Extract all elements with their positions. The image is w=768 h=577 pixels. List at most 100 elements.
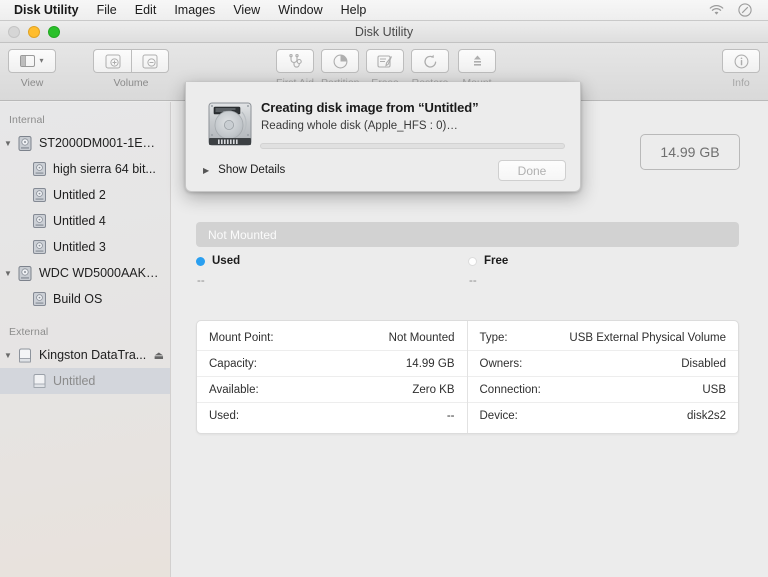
capacity-badge: 14.99 GB — [640, 134, 740, 170]
disclosure-triangle-icon[interactable]: ▼ — [0, 139, 16, 148]
info-column-left: Mount Point: Not Mounted Capacity: 14.99… — [197, 321, 468, 433]
sidebar-item-label: Build OS — [53, 292, 103, 306]
toolbar-group-view: ▾ View — [8, 49, 56, 89]
volume-icon — [30, 292, 48, 306]
sidebar-item-high-sierra[interactable]: ▼ high sierra 64 bit... — [0, 156, 170, 182]
sidebar-item-kingston-datatraveler[interactable]: ▼ Kingston DataTra... ⏏ — [0, 342, 170, 368]
toolbar-group-info: Info — [722, 49, 760, 89]
info-column-right: Type: USB External Physical Volume Owner… — [467, 321, 739, 433]
info-row-connection: Connection: USB — [467, 377, 738, 403]
view-label: View — [20, 77, 44, 89]
sidebar-item-label: WDC WD5000AAKX... — [39, 266, 164, 280]
sidebar-item-label: Kingston DataTra... — [39, 348, 147, 362]
mount-button[interactable] — [458, 49, 496, 73]
sidebar-item-untitled-2[interactable]: ▼ Untitled 2 — [0, 182, 170, 208]
sidebar-item-untitled-4[interactable]: ▼ Untitled 4 — [0, 208, 170, 234]
info-button[interactable] — [722, 49, 760, 73]
erase-button[interactable] — [366, 49, 404, 73]
wifi-icon[interactable] — [709, 4, 724, 16]
info-row-available: Available: Zero KB — [197, 377, 467, 403]
window-titlebar: Disk Utility — [0, 21, 768, 43]
done-button[interactable]: Done — [498, 160, 566, 181]
disclosure-triangle-icon[interactable]: ▶ — [203, 166, 209, 175]
progress-bar — [260, 143, 565, 149]
legend-label: Used — [212, 255, 241, 267]
disclosure-triangle-icon[interactable]: ▼ — [0, 269, 16, 278]
sidebar-item-label: high sierra 64 bit... — [53, 162, 156, 176]
sidebar-item-wdc-wd5000aakx[interactable]: ▼ WDC WD5000AAKX... — [0, 260, 170, 286]
remove-volume-button[interactable] — [131, 49, 169, 73]
legend-item-free: Free -- — [468, 255, 508, 287]
sidebar-item-label: Untitled 3 — [53, 240, 106, 254]
show-details-toggle[interactable]: ▶ Show Details — [203, 164, 285, 176]
sidebar-section-external-header: External — [9, 326, 49, 338]
free-color-swatch — [468, 256, 477, 266]
info-value: -- — [446, 410, 455, 422]
sidebar-item-label: Untitled 4 — [53, 214, 106, 228]
restore-button[interactable] — [411, 49, 449, 73]
sidebar-item-untitled-external[interactable]: ▼ Untitled — [0, 368, 170, 394]
info-row-owners: Owners: Disabled — [467, 351, 738, 377]
disclosure-triangle-icon[interactable]: ▼ — [0, 351, 16, 360]
eject-icon[interactable]: ⏏ — [150, 349, 164, 362]
internal-disk-icon — [16, 135, 34, 151]
sheet-status-text: Reading whole disk (Apple_HFS : 0)… — [261, 120, 458, 132]
info-key: Available: — [209, 383, 259, 396]
menu-bar: Disk Utility File Edit Images View Windo… — [0, 0, 768, 21]
usage-bar-label: Not Mounted — [208, 227, 277, 242]
info-row-capacity: Capacity: 14.99 GB — [197, 351, 467, 377]
used-color-swatch — [196, 256, 205, 266]
info-value: Zero KB — [412, 383, 455, 396]
volume-label: Volume — [113, 77, 149, 89]
info-row-type: Type: USB External Physical Volume — [467, 325, 738, 351]
info-value: Disabled — [681, 357, 726, 370]
sidebar-item-build-os[interactable]: ▼ Build OS — [0, 286, 170, 312]
menu-item-window[interactable]: Window — [269, 0, 331, 21]
menu-item-view[interactable]: View — [224, 0, 269, 21]
external-disk-icon — [16, 348, 34, 363]
internal-disk-icon — [16, 265, 34, 281]
menu-item-app[interactable]: Disk Utility — [8, 0, 88, 21]
info-key: Mount Point: — [209, 331, 274, 344]
first-aid-button[interactable] — [276, 49, 314, 73]
partition-button[interactable] — [321, 49, 360, 73]
add-volume-button[interactable] — [93, 49, 131, 73]
menu-item-help[interactable]: Help — [332, 0, 376, 21]
info-key: Used: — [209, 410, 240, 422]
info-row-used: Used: -- — [197, 403, 467, 429]
info-label: Info — [732, 77, 750, 89]
menu-item-images[interactable]: Images — [165, 0, 224, 21]
legend-label: Free — [484, 255, 509, 267]
hard-drive-icon — [204, 98, 256, 150]
menu-item-edit[interactable]: Edit — [126, 0, 166, 21]
sidebar-item-label: Untitled — [53, 374, 96, 388]
sidebar-item-st2000dm001[interactable]: ▼ ST2000DM001-1ER1... — [0, 130, 170, 156]
info-value: USB — [702, 383, 726, 396]
info-value: 14.99 GB — [405, 357, 455, 370]
do-not-disturb-icon[interactable] — [738, 3, 752, 17]
info-key: Owners: — [479, 357, 523, 370]
menu-item-file[interactable]: File — [88, 0, 126, 21]
progress-sheet-dialog: Creating disk image from “Untitled” Read… — [185, 82, 581, 192]
chevron-down-icon: ▾ — [39, 56, 44, 65]
legend-value: -- — [469, 275, 477, 287]
info-key: Device: — [479, 410, 518, 422]
usage-bar: Not Mounted — [196, 222, 739, 247]
volume-icon — [30, 214, 48, 228]
legend-item-used: Used -- — [196, 255, 240, 287]
info-value: Not Mounted — [388, 331, 455, 344]
volume-icon — [30, 162, 48, 176]
info-key: Capacity: — [209, 357, 257, 370]
info-value: USB External Physical Volume — [569, 331, 726, 344]
legend-value: -- — [197, 275, 205, 287]
info-row-device: Device: disk2s2 — [468, 403, 739, 429]
menu-bar-status-area — [709, 3, 760, 17]
sidebar-item-label: Untitled 2 — [53, 188, 106, 202]
sidebar-item-untitled-3[interactable]: ▼ Untitled 3 — [0, 234, 170, 260]
sidebar-section-internal-header: Internal — [9, 114, 45, 126]
view-button[interactable]: ▾ — [8, 49, 56, 73]
external-volume-icon — [30, 374, 48, 388]
sidebar[interactable]: Internal ▼ ST2000DM001-1ER1... ▼ — [0, 102, 171, 577]
volume-info-table: Mount Point: Not Mounted Capacity: 14.99… — [196, 320, 739, 434]
window-title: Disk Utility — [354, 25, 414, 39]
